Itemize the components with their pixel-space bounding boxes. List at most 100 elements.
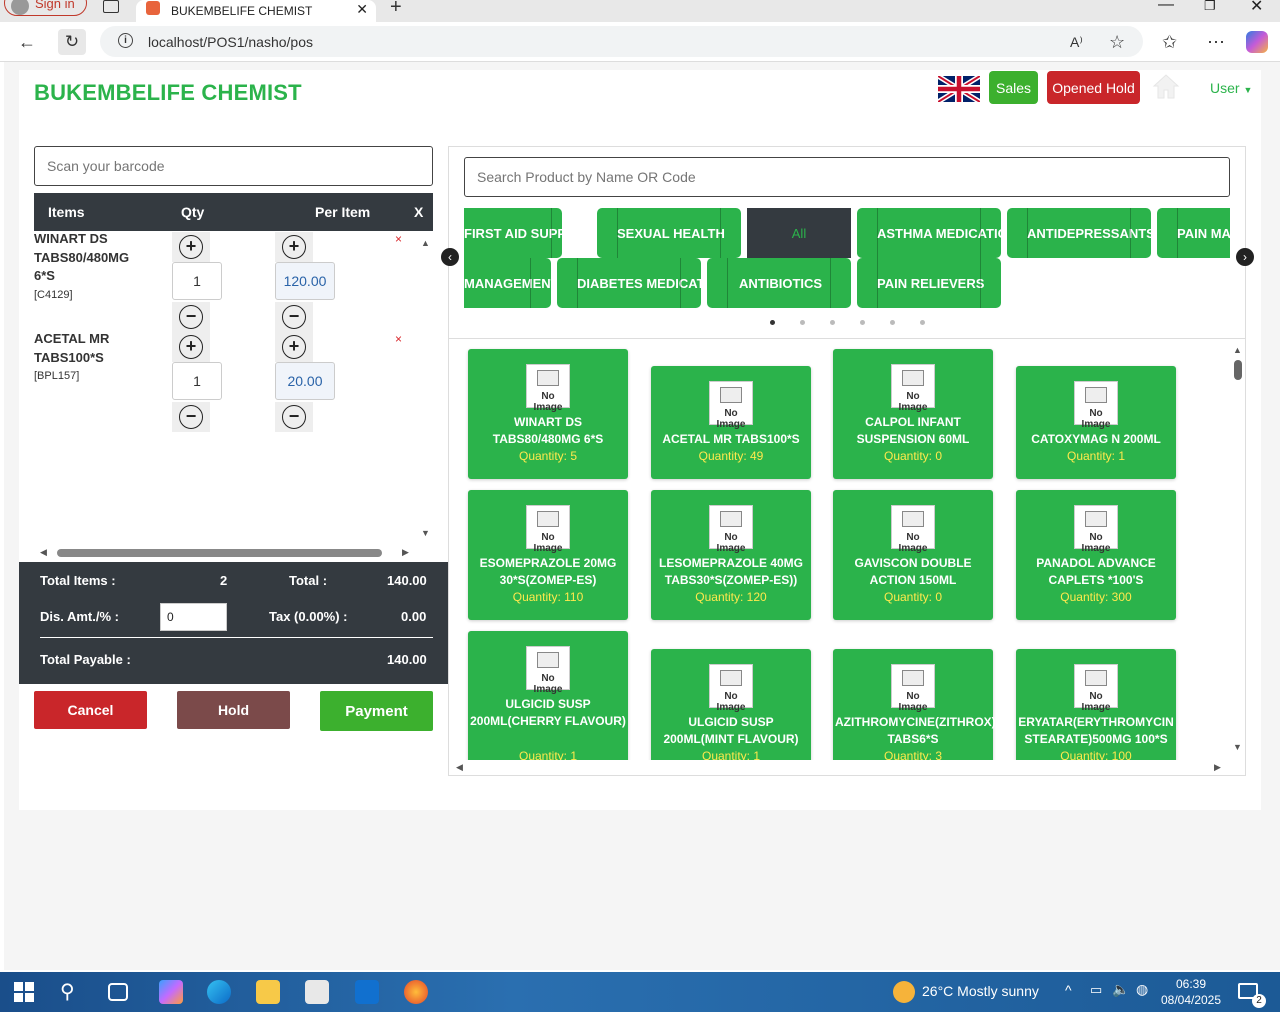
edge-browser-icon[interactable] xyxy=(207,980,231,1004)
product-card[interactable]: No Image CATOXYMAG N 200ML Quantity: 1 xyxy=(1016,366,1176,479)
products-scroll-left-icon[interactable]: ◀ xyxy=(456,762,463,773)
back-icon[interactable]: ← xyxy=(18,32,36,53)
uk-flag-icon[interactable] xyxy=(938,76,980,102)
category-antibiotics[interactable]: ANTIBIOTICS xyxy=(707,258,851,308)
site-info-icon[interactable]: i xyxy=(118,33,133,48)
product-card[interactable]: No Image ULGICID SUSP 200ML(CHERRY FLAVO… xyxy=(468,631,628,760)
outlook-icon[interactable] xyxy=(355,980,379,1004)
chevron-up-icon[interactable]: ^ xyxy=(1065,982,1072,998)
pager-dot[interactable] xyxy=(800,320,805,325)
category-management[interactable]: MANAGEMENT xyxy=(464,258,551,308)
plus-icon[interactable]: + xyxy=(282,335,306,359)
browser-tab[interactable]: BUKEMBELIFE CHEMIST ✕ xyxy=(136,0,376,22)
products-scroll-right-icon[interactable]: ▶ xyxy=(1214,762,1221,773)
plus-icon[interactable]: + xyxy=(179,335,203,359)
pager-dot[interactable] xyxy=(830,320,835,325)
product-card[interactable]: No Image AZITHROMYCINE(ZITHROX) TABS6*S … xyxy=(833,649,996,760)
product-card[interactable]: No Image CALPOL INFANT SUSPENSION 60ML Q… xyxy=(833,349,993,479)
category-prev-icon[interactable]: ‹ xyxy=(441,248,459,266)
pager-dot[interactable] xyxy=(770,320,775,325)
store-icon[interactable] xyxy=(305,980,329,1004)
remove-item-icon[interactable]: × xyxy=(395,232,402,246)
pager-dot[interactable] xyxy=(920,320,925,325)
more-options-icon[interactable]: ⋯ xyxy=(1207,32,1225,53)
copilot-app-icon[interactable] xyxy=(159,980,183,1004)
qty-field[interactable]: 1 xyxy=(172,262,222,300)
favorite-star-icon[interactable]: ☆ xyxy=(1109,32,1125,53)
payment-button[interactable]: Payment xyxy=(320,691,433,731)
remove-item-icon[interactable]: × xyxy=(395,332,402,346)
windows-start-icon[interactable] xyxy=(14,982,34,1002)
minus-icon[interactable]: − xyxy=(179,405,203,429)
product-quantity: Quantity: 100 xyxy=(1060,749,1132,760)
user-menu[interactable]: User ▼ xyxy=(1210,80,1252,96)
scroll-right-icon[interactable]: ▶ xyxy=(402,547,409,558)
minus-icon[interactable]: − xyxy=(282,305,306,329)
category-pain-relievers[interactable]: PAIN RELIEVERS xyxy=(857,258,1001,308)
product-card[interactable]: No Image WINART DS TABS80/480MG 6*S Quan… xyxy=(468,349,628,479)
product-card[interactable]: No Image GAVISCON DOUBLE ACTION 150ML Qu… xyxy=(833,490,993,620)
category-antidepressants[interactable]: ANTIDEPRESSANTS xyxy=(1007,208,1151,258)
plus-icon[interactable]: + xyxy=(179,235,203,259)
favorites-icon[interactable]: ✩ xyxy=(1162,32,1177,53)
no-image-placeholder: No Image xyxy=(891,505,935,554)
firefox-icon[interactable] xyxy=(404,980,428,1004)
minimize-icon[interactable]: — xyxy=(1158,0,1174,14)
category-first-aid[interactable]: FIRST AID SUPPLIES xyxy=(464,208,562,258)
product-card[interactable]: No Image ERYATAR(ERYTHROMYCIN STEARATE)5… xyxy=(1016,649,1176,760)
minus-icon[interactable]: − xyxy=(282,405,306,429)
pager-dot[interactable] xyxy=(860,320,865,325)
cancel-button[interactable]: Cancel xyxy=(34,691,147,729)
price-field[interactable]: 120.00 xyxy=(275,262,335,300)
scroll-down-icon[interactable]: ▼ xyxy=(421,528,430,538)
product-card[interactable]: No Image LESOMEPRAZOLE 40MG TABS30*S(ZOM… xyxy=(651,490,811,620)
product-card[interactable]: No Image PANADOL ADVANCE CAPLETS *100'S … xyxy=(1016,490,1176,620)
category-next-icon[interactable]: › xyxy=(1236,248,1254,266)
signin-button[interactable]: Sign in xyxy=(4,0,87,16)
pager-dot[interactable] xyxy=(890,320,895,325)
total-value: 140.00 xyxy=(387,573,427,588)
reload-icon[interactable]: ↻ xyxy=(58,29,86,55)
tab-actions-icon[interactable] xyxy=(103,0,119,13)
price-field[interactable]: 20.00 xyxy=(275,362,335,400)
category-asthma[interactable]: ASTHMA MEDICATION xyxy=(857,208,1001,258)
weather-text[interactable]: 26°C Mostly sunny xyxy=(922,983,1039,999)
hold-button[interactable]: Hold xyxy=(177,691,290,729)
address-bar[interactable]: i localhost/POS1/nasho/pos xyxy=(100,26,1143,57)
product-search-input[interactable] xyxy=(464,157,1230,197)
new-tab-icon[interactable]: + xyxy=(390,0,402,19)
volume-icon[interactable]: 🔈 xyxy=(1112,981,1129,998)
minus-icon[interactable]: − xyxy=(179,305,203,329)
close-window-icon[interactable]: ✕ xyxy=(1250,0,1263,16)
product-card[interactable]: No Image ACETAL MR TABS100*S Quantity: 4… xyxy=(651,366,811,479)
barcode-input[interactable] xyxy=(34,146,433,186)
home-icon[interactable] xyxy=(1152,72,1180,100)
cart-horizontal-scrollbar[interactable] xyxy=(57,549,382,557)
product-card[interactable]: No Image ULGICID SUSP 200ML(MINT FLAVOUR… xyxy=(651,649,811,760)
discount-input[interactable]: 0 xyxy=(160,603,227,631)
scroll-up-icon[interactable]: ▲ xyxy=(421,238,430,248)
network-icon[interactable]: ◍ xyxy=(1136,981,1148,998)
products-scroll-up-icon[interactable]: ▲ xyxy=(1233,345,1242,355)
opened-hold-button[interactable]: Opened Hold xyxy=(1047,71,1140,104)
task-view-icon[interactable] xyxy=(108,983,128,1001)
sales-button[interactable]: Sales xyxy=(989,71,1038,104)
plus-icon[interactable]: + xyxy=(282,235,306,259)
category-pain-management[interactable]: PAIN MANAGEMENT xyxy=(1157,208,1230,258)
category-diabetes[interactable]: DIABETES MEDICATION xyxy=(557,258,701,308)
restore-icon[interactable]: ❐ xyxy=(1204,0,1216,14)
file-explorer-icon[interactable] xyxy=(256,980,280,1004)
clock[interactable]: 06:39 08/04/2025 xyxy=(1160,976,1222,1008)
battery-icon[interactable]: ▭ xyxy=(1090,982,1102,998)
category-all[interactable]: All xyxy=(747,208,851,258)
product-card[interactable]: No Image ESOMEPRAZOLE 20MG 30*S(ZOMEP-ES… xyxy=(468,490,628,620)
qty-field[interactable]: 1 xyxy=(172,362,222,400)
category-sexual-health[interactable]: SEXUAL HEALTH xyxy=(597,208,741,258)
scroll-left-icon[interactable]: ◀ xyxy=(40,547,47,558)
products-scroll-down-icon[interactable]: ▼ xyxy=(1233,742,1242,752)
search-icon[interactable]: ⚲ xyxy=(60,979,75,1004)
read-aloud-icon[interactable]: A⁾ xyxy=(1070,34,1083,51)
products-vertical-scrollbar[interactable] xyxy=(1234,360,1242,380)
copilot-icon[interactable] xyxy=(1246,31,1268,53)
close-tab-icon[interactable]: ✕ xyxy=(356,1,368,18)
